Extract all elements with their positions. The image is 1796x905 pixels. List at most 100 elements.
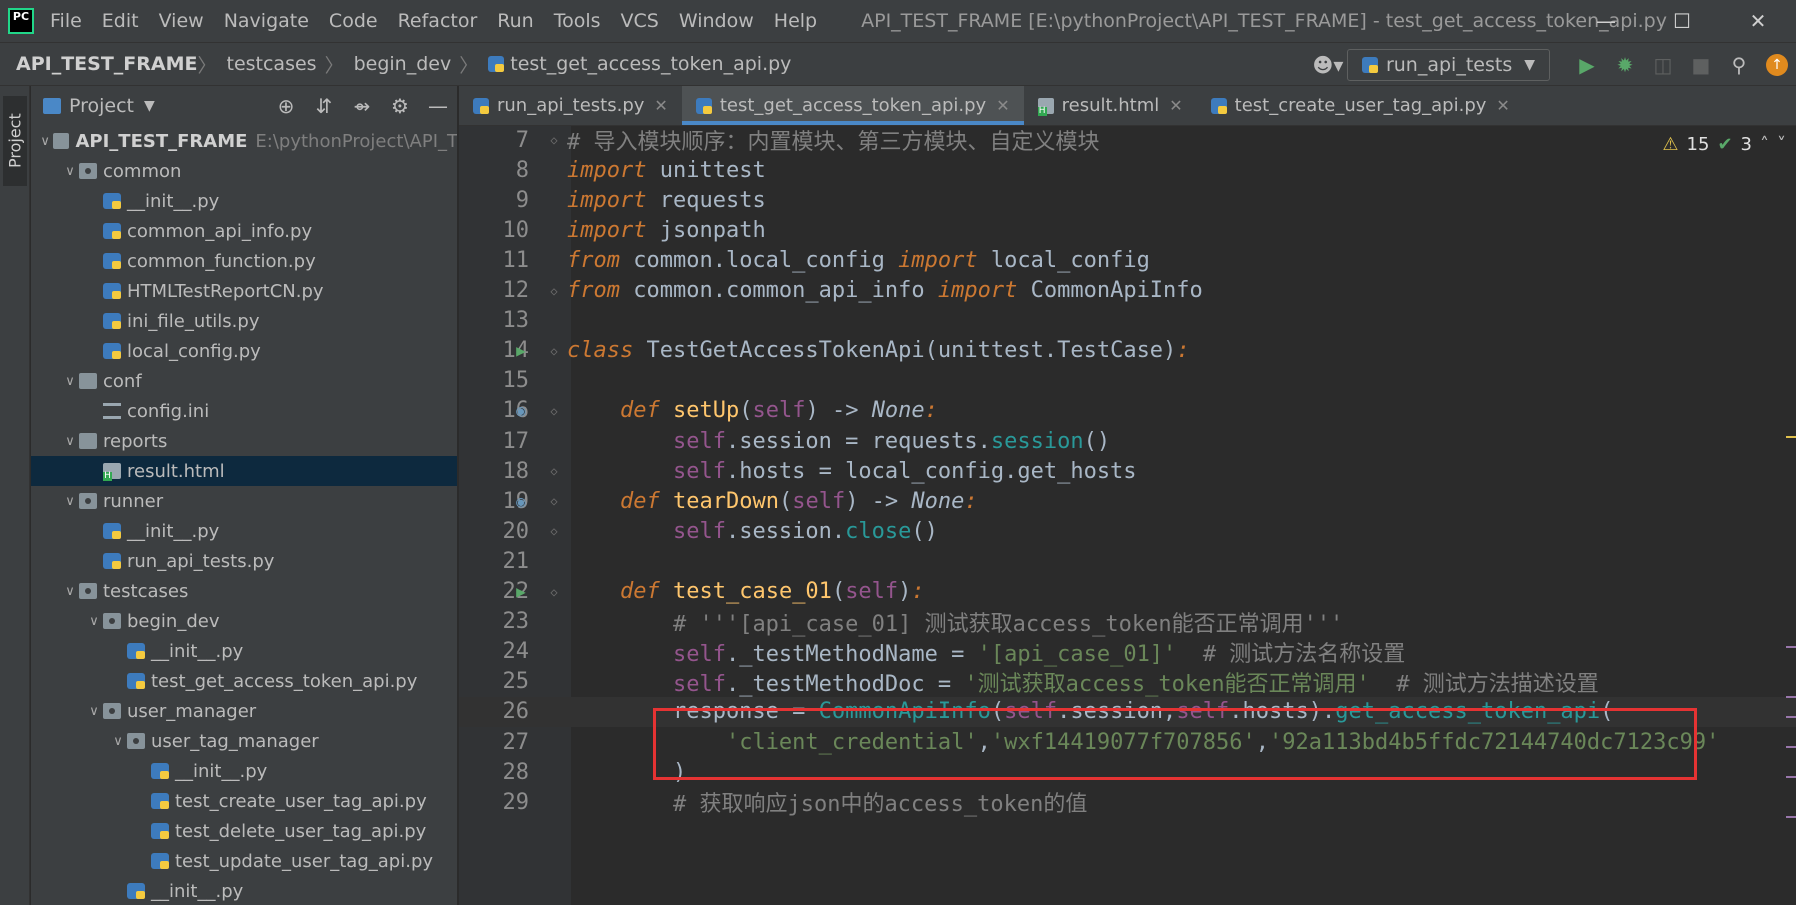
tree-item[interactable]: ∨ user_manager <box>31 696 457 726</box>
chevron-down-icon[interactable]: ∨ <box>61 164 79 179</box>
tree-item[interactable]: common_api_info.py <box>31 216 457 246</box>
menu-item-vcs[interactable]: VCS <box>621 10 659 32</box>
code-line[interactable]: 7 ◇ # 导入模块顺序：内置模块、第三方模块、自定义模块 <box>459 126 1796 156</box>
tab-test-create-user-tag-api-py[interactable]: test_create_user_tag_api.py ✕ <box>1197 86 1524 125</box>
search-icon[interactable]: ⚲ <box>1720 53 1758 77</box>
tree-item[interactable]: __init__.py <box>31 756 457 786</box>
fold-icon[interactable]: ◇ <box>547 464 561 478</box>
breadcrumb-item[interactable]: API_TEST_FRAME <box>16 53 197 75</box>
close-tab-icon[interactable]: ✕ <box>1496 96 1509 115</box>
run-icon[interactable]: ▶ <box>1568 53 1606 77</box>
chevron-down-icon[interactable]: ∨ <box>37 134 53 149</box>
tree-item[interactable]: test_create_user_tag_api.py <box>31 786 457 816</box>
tree-item[interactable]: ∨ reports <box>31 426 457 456</box>
menu-item-help[interactable]: Help <box>774 10 817 32</box>
hide-icon[interactable]: — <box>419 94 457 118</box>
code-line[interactable]: 25 self._testMethodDoc = '测试获取access_tok… <box>459 667 1796 697</box>
breadcrumb-item[interactable]: begin_dev <box>354 53 452 75</box>
code-line[interactable]: 17 self.session = requests.session() <box>459 426 1796 456</box>
run-gutter-icon[interactable]: ▶ <box>509 341 533 360</box>
menu-item-tools[interactable]: Tools <box>554 10 601 32</box>
tree-item[interactable]: ∨ conf <box>31 366 457 396</box>
code-line[interactable]: 15 <box>459 366 1796 396</box>
chevron-down-icon[interactable]: ∨ <box>61 494 79 509</box>
tree-item[interactable]: common_function.py <box>31 246 457 276</box>
update-icon[interactable]: ↑ <box>1758 54 1796 76</box>
tree-item[interactable]: __init__.py <box>31 636 457 666</box>
project-panel-title[interactable]: Project <box>69 95 134 117</box>
tree-item[interactable]: __init__.py <box>31 876 457 905</box>
fold-icon[interactable]: ◇ <box>547 404 561 418</box>
menu-item-code[interactable]: Code <box>329 10 378 32</box>
chevron-down-icon[interactable]: ∨ <box>85 614 103 629</box>
tab-result-html[interactable]: result.html ✕ <box>1024 86 1197 125</box>
breadcrumb-item[interactable]: test_get_access_token_api.py <box>510 53 791 75</box>
override-gutter-icon[interactable]: ◉ <box>509 492 533 511</box>
chevron-down-icon[interactable]: ∨ <box>61 434 79 449</box>
code-line[interactable]: 21 <box>459 546 1796 576</box>
fold-icon[interactable]: ◇ <box>547 585 561 599</box>
chevron-down-icon[interactable]: ∨ <box>61 584 79 599</box>
tree-item[interactable]: __init__.py <box>31 186 457 216</box>
fold-icon[interactable]: ◇ <box>547 284 561 298</box>
tree-item[interactable]: ∨ API_TEST_FRAME E:\pythonProject\API_T <box>31 126 457 156</box>
chevron-down-icon[interactable]: ∨ <box>85 704 103 719</box>
code-line[interactable]: 18 ◇ self.hosts = local_config.get_hosts <box>459 456 1796 486</box>
menu-item-view[interactable]: View <box>159 10 204 32</box>
run-gutter-icon[interactable]: ▶ <box>509 582 533 601</box>
code-line[interactable]: 9 import requests <box>459 185 1796 215</box>
code-editor[interactable]: 7 ◇ # 导入模块顺序：内置模块、第三方模块、自定义模块 8 import unitt… <box>459 126 1796 905</box>
tree-item[interactable]: test_update_user_tag_api.py <box>31 846 457 876</box>
debug-icon[interactable]: ✹ <box>1606 53 1644 77</box>
tree-item[interactable]: __init__.py <box>31 516 457 546</box>
tree-item[interactable]: ∨ common <box>31 156 457 186</box>
fold-icon[interactable]: ◇ <box>547 494 561 508</box>
minimize-icon[interactable]: — <box>1568 0 1644 42</box>
code-line[interactable]: 22 ▶ ◇ def test_case_01(self): <box>459 577 1796 607</box>
tree-item[interactable]: ∨ begin_dev <box>31 606 457 636</box>
code-line[interactable]: 24 self._testMethodName = '[api_case_01]… <box>459 637 1796 667</box>
chevron-down-icon[interactable]: ∨ <box>61 374 79 389</box>
override-gutter-icon[interactable]: ◉ <box>509 401 533 420</box>
locate-icon[interactable]: ⊕ <box>267 94 305 118</box>
fold-icon[interactable]: ◇ <box>547 344 561 358</box>
run-config-select[interactable]: run_api_tests ▼ <box>1346 49 1550 81</box>
breadcrumb-item[interactable]: testcases <box>227 53 317 75</box>
menu-item-run[interactable]: Run <box>497 10 533 32</box>
menu-item-edit[interactable]: Edit <box>102 10 139 32</box>
code-line[interactable]: 10 import jsonpath <box>459 215 1796 245</box>
menu-item-window[interactable]: Window <box>679 10 754 32</box>
tree-item[interactable]: ∨ testcases <box>31 576 457 606</box>
close-icon[interactable]: ✕ <box>1720 0 1796 42</box>
code-line[interactable]: 16 ◉ ◇ def setUp(self) -> None: <box>459 396 1796 426</box>
code-line[interactable]: 29 # 获取响应json中的access_token的值 <box>459 787 1796 818</box>
tree-item[interactable]: ∨ user_tag_manager <box>31 726 457 756</box>
code-line[interactable]: 11 from common.local_config import local_… <box>459 245 1796 275</box>
tree-item[interactable]: config.ini <box>31 396 457 426</box>
chevron-down-icon[interactable]: ▼ <box>144 98 155 114</box>
collapse-all-icon[interactable]: ⇴ <box>343 94 381 118</box>
menu-item-navigate[interactable]: Navigate <box>224 10 309 32</box>
tree-item[interactable]: result.html <box>31 456 457 486</box>
tree-item[interactable]: test_delete_user_tag_api.py <box>31 816 457 846</box>
code-line[interactable]: 23 # '''[api_case_01] 测试获取access_token能否… <box>459 607 1796 637</box>
chevron-up-icon[interactable]: ˄ <box>1760 134 1769 155</box>
fold-icon[interactable]: ◇ <box>547 524 561 538</box>
user-icon[interactable]: ☻▾ <box>1309 53 1347 77</box>
tree-item[interactable]: test_get_access_token_api.py <box>31 666 457 696</box>
chevron-down-icon[interactable]: ˅ <box>1777 134 1786 155</box>
tree-item[interactable]: ∨ runner <box>31 486 457 516</box>
tree-item[interactable]: local_config.py <box>31 336 457 366</box>
tree-item[interactable]: run_api_tests.py <box>31 546 457 576</box>
tab-run-api-tests-py[interactable]: run_api_tests.py ✕ <box>459 86 682 125</box>
menu-item-file[interactable]: File <box>50 10 82 32</box>
tree-item[interactable]: HTMLTestReportCN.py <box>31 276 457 306</box>
close-tab-icon[interactable]: ✕ <box>996 96 1009 115</box>
gear-icon[interactable]: ⚙ <box>381 94 419 118</box>
expand-all-icon[interactable]: ⇵ <box>305 94 343 118</box>
code-line[interactable]: 8 import unittest <box>459 155 1796 185</box>
close-tab-icon[interactable]: ✕ <box>654 96 667 115</box>
project-tool-button[interactable]: Project <box>3 96 27 186</box>
chevron-down-icon[interactable]: ∨ <box>109 734 127 749</box>
maximize-icon[interactable]: ☐ <box>1644 0 1720 42</box>
